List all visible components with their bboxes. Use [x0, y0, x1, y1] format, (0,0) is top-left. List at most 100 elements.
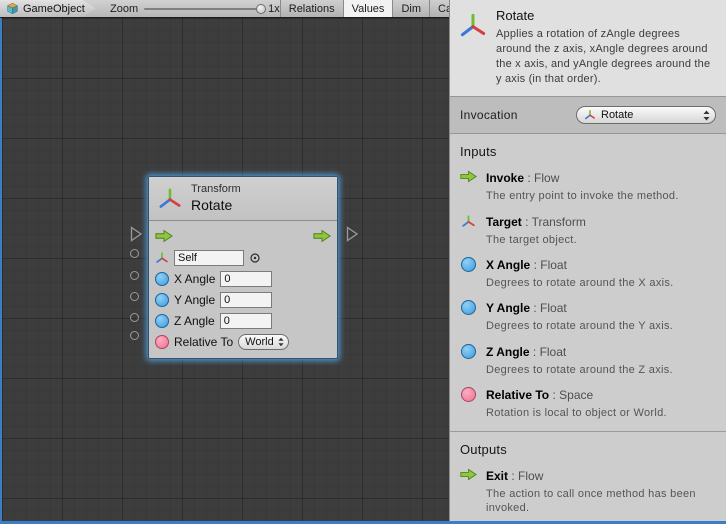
unit-description: Applies a rotation of zAngle degrees aro… — [496, 27, 716, 86]
transform-icon — [461, 214, 476, 247]
target-input-port[interactable] — [130, 249, 139, 258]
value-port-icon — [461, 257, 476, 272]
port-item-name: Y Angle — [486, 301, 530, 315]
value-input[interactable]: 0 — [220, 292, 272, 308]
breadcrumb-gameobject[interactable]: GameObject — [0, 0, 96, 17]
value-input[interactable]: 0 — [220, 313, 272, 329]
value-port-icon — [461, 300, 476, 315]
port-item-icon — [460, 343, 477, 377]
port-item-type: : Float — [530, 258, 567, 272]
port-item-description: The entry point to invoke the method. — [486, 189, 679, 203]
transform-icon — [155, 251, 169, 265]
node-category: Transform — [191, 183, 241, 197]
zoom-slider[interactable] — [144, 8, 262, 10]
node-row-x-angle: X Angle 0 — [155, 269, 331, 289]
flow-output-port[interactable] — [346, 226, 359, 247]
zoom-label: Zoom — [110, 3, 138, 15]
value-input[interactable]: 0 — [220, 271, 272, 287]
node-flow-row — [155, 225, 331, 247]
breadcrumb-label: GameObject — [23, 3, 85, 15]
bolt-graph-window: GameObject Zoom 1x RelationsValuesDimCar… — [0, 0, 726, 524]
port-item-name: Invoke — [486, 171, 524, 185]
node-header[interactable]: Transform Rotate — [149, 177, 337, 221]
transform-icon — [584, 109, 596, 121]
outputs-list: Exit : Flow The action to call once metho… — [460, 467, 716, 516]
flow-input-port[interactable] — [130, 226, 143, 247]
flow-in-arrow-icon[interactable] — [155, 229, 173, 243]
port-item-icon — [460, 467, 477, 516]
flow-arrow-icon — [460, 170, 477, 203]
port-item-description: The action to call once method has been … — [486, 487, 716, 516]
gameobject-cube-icon — [6, 2, 19, 15]
value-port-icon — [155, 314, 169, 328]
graph-toolbar: GameObject Zoom 1x RelationsValuesDimCar… — [0, 0, 450, 18]
port-item-icon — [460, 299, 477, 333]
inputs-section: Inputs Invoke : Flow The entry point to i… — [450, 134, 726, 431]
port-item-relative-to: Relative To : Space Rotation is local to … — [460, 386, 716, 420]
invocation-row: Invocation Rotate — [450, 97, 726, 134]
port-item-name: X Angle — [486, 258, 530, 272]
zoom-slider-thumb[interactable] — [256, 4, 266, 14]
unit-title: Rotate — [496, 8, 716, 23]
unit-description-panel: Rotate Applies a rotation of zAngle degr… — [450, 0, 726, 97]
port-item-icon — [460, 256, 477, 290]
port-item-invoke: Invoke : Flow The entry point to invoke t… — [460, 169, 716, 203]
port-item-type: : Float — [530, 345, 567, 359]
port-item-target: Target : TransformThe target object. — [460, 213, 716, 247]
port-item-icon — [460, 213, 477, 247]
port-label: Y Angle — [174, 293, 215, 307]
zoom-value: 1x — [268, 3, 280, 15]
value-port-icon — [155, 272, 169, 286]
port-item-type: : Float — [530, 301, 567, 315]
zoom-control: Zoom 1x — [96, 0, 280, 17]
inspector-sidebar: Rotate Applies a rotation of zAngle degr… — [449, 0, 726, 521]
port-item-type: : Space — [549, 388, 593, 402]
tab-values[interactable]: Values — [343, 0, 393, 17]
graph-canvas[interactable]: Transform Rotate Self X Angle 0 Y Angle 0 Z A… — [0, 18, 449, 521]
toolbar-tabs: RelationsValuesDimCarry — [280, 0, 473, 17]
port-item-description: Rotation is local to object or World. — [486, 406, 667, 420]
node-row-self: Self — [155, 248, 331, 268]
z-angle-input-port[interactable] — [130, 313, 139, 322]
port-item-type: : Transform — [522, 215, 586, 229]
port-item-icon — [460, 386, 477, 420]
port-item-icon — [460, 169, 477, 203]
port-label: Z Angle — [174, 314, 215, 328]
enum-dropdown-value: World — [245, 336, 274, 348]
dropdown-spinner-icon — [278, 337, 284, 347]
invocation-dropdown[interactable]: Rotate — [576, 106, 716, 124]
port-item-exit: Exit : Flow The action to call once metho… — [460, 467, 716, 516]
enum-dropdown[interactable]: World — [238, 334, 289, 350]
port-item-name: Exit — [486, 469, 508, 483]
port-item-description: Degrees to rotate around the Z axis. — [486, 363, 673, 377]
invocation-value: Rotate — [601, 109, 698, 121]
port-item-name: Z Angle — [486, 345, 530, 359]
value-port-icon — [461, 344, 476, 359]
node-body: Self X Angle 0 Y Angle 0 Z Angle 0 Relative To W… — [149, 221, 337, 358]
port-item-description: Degrees to rotate around the Y axis. — [486, 319, 673, 333]
value-input[interactable]: Self — [174, 250, 244, 266]
tab-dim[interactable]: Dim — [392, 0, 429, 17]
port-item-type: : Flow — [524, 171, 559, 185]
tab-relations[interactable]: Relations — [280, 0, 343, 17]
inputs-section-title: Inputs — [460, 144, 716, 159]
port-item-x-angle: X Angle : FloatDegrees to rotate around … — [460, 256, 716, 290]
target-picker-icon — [249, 252, 261, 264]
port-item-name: Relative To — [486, 388, 549, 402]
port-item-y-angle: Y Angle : Float Degrees to rotate around … — [460, 299, 716, 333]
x-angle-input-port[interactable] — [130, 271, 139, 280]
dropdown-spinner-icon — [703, 110, 710, 121]
node-title: Rotate — [191, 197, 241, 215]
port-item-type: : Flow — [508, 469, 543, 483]
rotate-unit-node[interactable]: Transform Rotate Self X Angle 0 Y Angle 0 Z A… — [148, 176, 338, 359]
node-row-y-angle: Y Angle 0 — [155, 290, 331, 310]
port-label: Relative To — [174, 335, 233, 349]
value-port-icon — [155, 293, 169, 307]
y-angle-input-port[interactable] — [130, 292, 139, 301]
relative-to-input-port[interactable] — [130, 331, 139, 340]
outputs-section-title: Outputs — [460, 442, 716, 457]
enum-port-icon — [155, 335, 169, 349]
flow-out-arrow-icon[interactable] — [313, 229, 331, 243]
port-label: X Angle — [174, 272, 215, 286]
transform-icon — [458, 8, 488, 86]
